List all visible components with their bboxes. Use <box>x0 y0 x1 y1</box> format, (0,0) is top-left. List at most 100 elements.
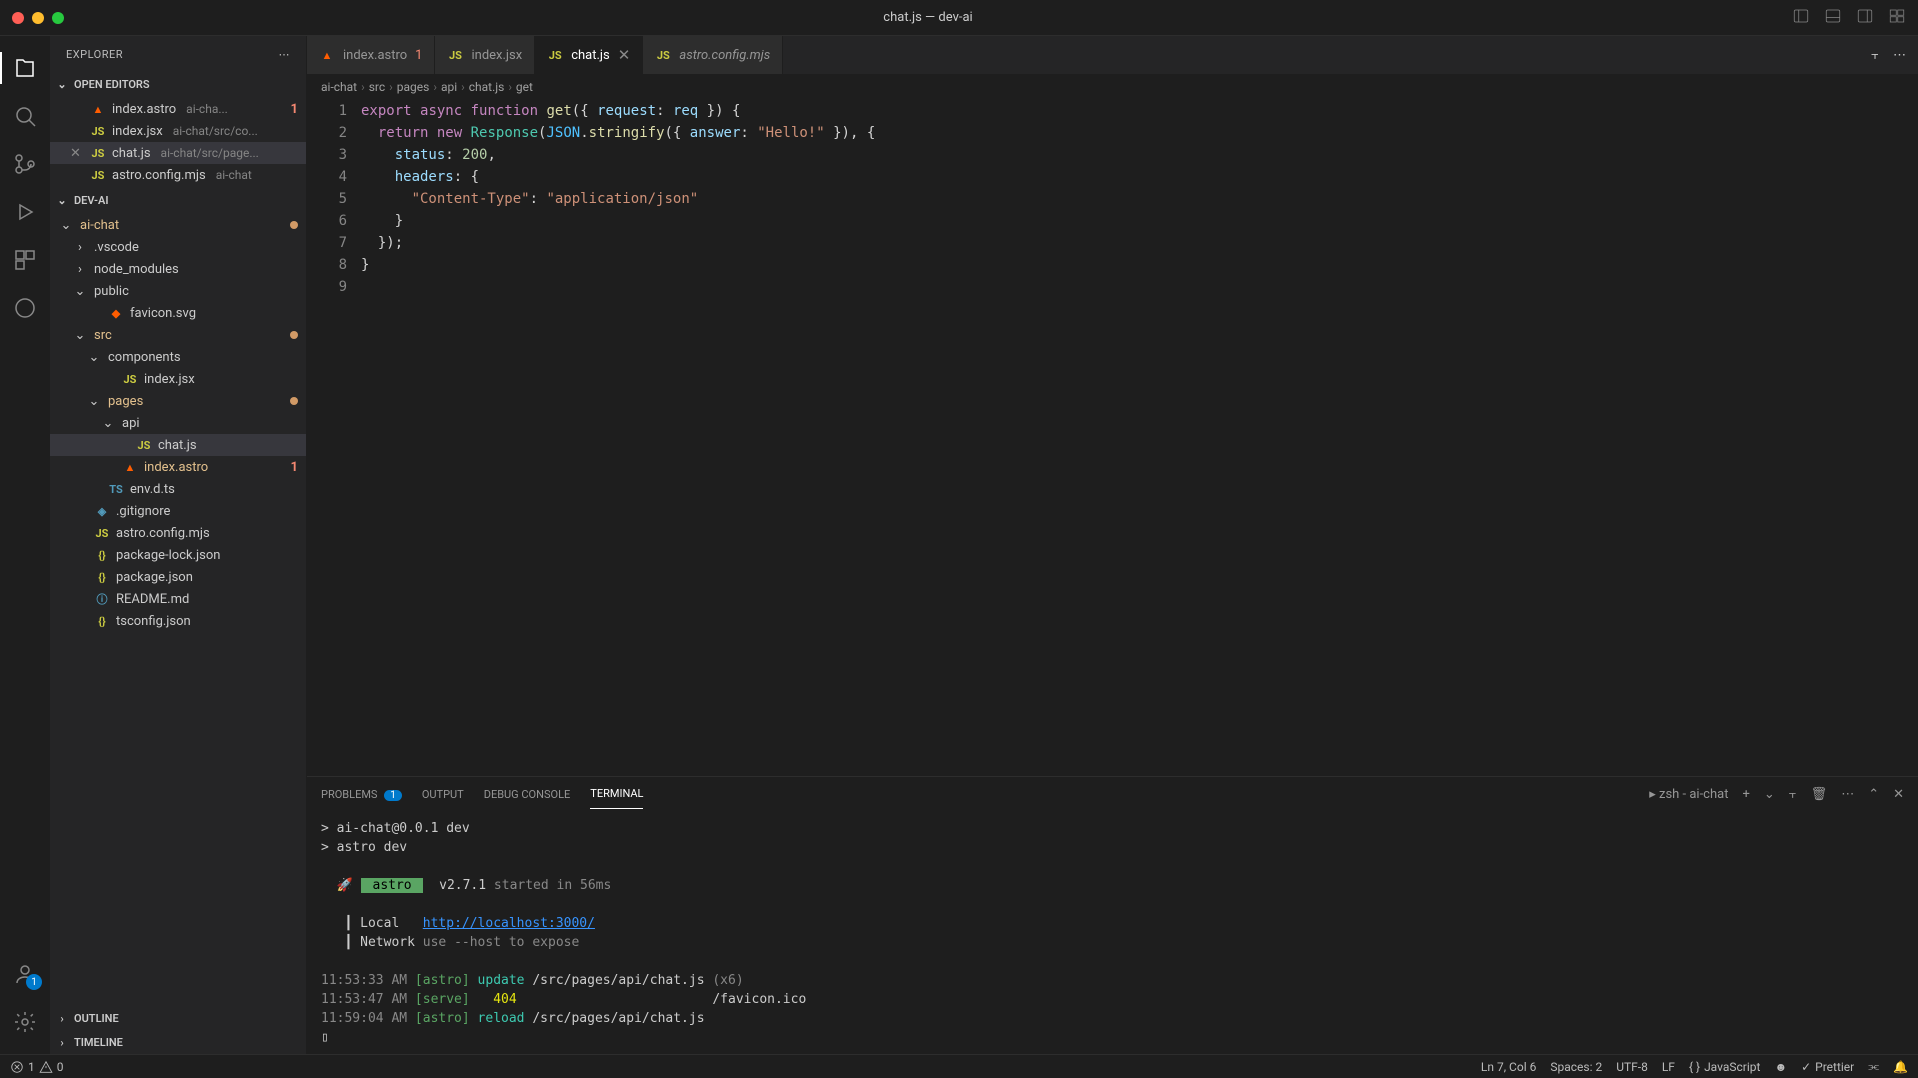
file-item[interactable]: TSenv.d.ts <box>50 478 306 500</box>
folder-item[interactable]: ›node_modules <box>50 258 306 280</box>
panel-tab-output[interactable]: OUTPUT <box>422 780 464 809</box>
editor-tab[interactable]: JSchat.js✕ <box>535 36 643 74</box>
customize-layout-icon[interactable] <box>1888 7 1906 29</box>
file-item[interactable]: {}package.json <box>50 566 306 588</box>
status-indent[interactable]: Spaces: 2 <box>1550 1060 1602 1074</box>
status-bar: 1 0 Ln 7, Col 6 Spaces: 2 UTF-8 LF { } J… <box>0 1054 1918 1078</box>
bottom-panel: PROBLEMS 1 OUTPUT DEBUG CONSOLE TERMINAL… <box>307 776 1918 1054</box>
astro-file-icon: ▲ <box>319 47 335 63</box>
status-bell-icon[interactable]: 🔔 <box>1893 1060 1908 1074</box>
outline-header[interactable]: › OUTLINE <box>50 1006 306 1030</box>
activity-search[interactable] <box>0 92 50 140</box>
folder-item[interactable]: ⌄public <box>50 280 306 302</box>
panel-tab-terminal[interactable]: TERMINAL <box>590 779 643 809</box>
kill-terminal-icon[interactable]: 🗑 <box>1811 787 1828 802</box>
close-panel-icon[interactable]: ✕ <box>1893 787 1904 802</box>
toggle-panel-icon[interactable] <box>1824 7 1842 29</box>
file-item[interactable]: {}tsconfig.json <box>50 610 306 632</box>
folder-item[interactable]: ⌄src <box>50 324 306 346</box>
code-content[interactable]: export async function get({ request: req… <box>361 100 1918 776</box>
more-tab-actions-icon[interactable]: ⋯ <box>1893 48 1906 63</box>
tab-label: index.jsx <box>471 48 522 63</box>
maximize-panel-icon[interactable]: ⌃ <box>1868 787 1879 802</box>
minimize-window-button[interactable] <box>32 12 44 24</box>
status-errors[interactable]: 1 0 <box>10 1060 64 1074</box>
json-file-icon: {} <box>94 547 110 563</box>
editor-tab[interactable]: ▲index.astro1 <box>307 36 435 74</box>
breadcrumb-separator: › <box>361 80 365 94</box>
breadcrumb-item[interactable]: chat.js <box>469 80 505 94</box>
editor-tab[interactable]: JSastro.config.mjs <box>643 36 783 74</box>
status-position[interactable]: Ln 7, Col 6 <box>1481 1060 1536 1074</box>
close-editor-icon[interactable]: ✕ <box>70 146 84 161</box>
folder-item[interactable]: ⌄api <box>50 412 306 434</box>
terminal-selector[interactable]: ▸ zsh - ai-chat <box>1649 787 1728 802</box>
activity-settings[interactable] <box>0 998 50 1046</box>
terminal-selector-label: zsh - ai-chat <box>1659 787 1728 802</box>
file-item[interactable]: JSastro.config.mjs <box>50 522 306 544</box>
activity-explorer[interactable] <box>0 44 50 92</box>
file-label: components <box>108 350 181 365</box>
status-prettier[interactable]: ✓ Prettier <box>1801 1060 1854 1074</box>
breadcrumb-item[interactable]: pages <box>397 80 430 94</box>
traffic-lights <box>12 12 64 24</box>
activity-run-debug[interactable] <box>0 188 50 236</box>
activity-remote[interactable] <box>0 284 50 332</box>
panel-tab-debug[interactable]: DEBUG CONSOLE <box>484 780 571 809</box>
open-editor-item[interactable]: JSindex.jsxai-chat/src/co... <box>50 120 306 142</box>
open-editor-item[interactable]: ✕JSchat.jsai-chat/src/page... <box>50 142 306 164</box>
status-broadcast-icon[interactable]: ⫘ <box>1868 1059 1879 1074</box>
more-terminal-icon[interactable]: ⋯ <box>1841 787 1854 802</box>
file-item[interactable]: {}package-lock.json <box>50 544 306 566</box>
open-editor-item[interactable]: ▲index.astroai-cha...1 <box>50 98 306 120</box>
breadcrumb-separator: › <box>508 80 512 94</box>
toggle-secondary-sidebar-icon[interactable] <box>1856 7 1874 29</box>
split-terminal-icon[interactable]: ⫟ <box>1789 787 1797 802</box>
panel-tab-problems[interactable]: PROBLEMS 1 <box>321 780 402 809</box>
status-language[interactable]: { } JavaScript <box>1689 1060 1760 1074</box>
folder-item[interactable]: ⌄pages <box>50 390 306 412</box>
more-icon[interactable]: ⋯ <box>279 48 291 61</box>
folder-item[interactable]: ⌄components <box>50 346 306 368</box>
terminal-dropdown-icon[interactable]: ⌄ <box>1764 787 1775 802</box>
file-item[interactable]: ◈.gitignore <box>50 500 306 522</box>
status-eol[interactable]: LF <box>1662 1060 1675 1074</box>
maximize-window-button[interactable] <box>52 12 64 24</box>
breadcrumb-item[interactable]: get <box>516 80 533 94</box>
breadcrumb-item[interactable]: ai-chat <box>321 80 357 94</box>
breadcrumb-item[interactable]: src <box>369 80 385 94</box>
breadcrumb[interactable]: ai-chat › src › pages › api › chat.js › … <box>307 74 1918 100</box>
activity-extensions[interactable] <box>0 236 50 284</box>
workspace-header[interactable]: ⌄ DEV-AI <box>50 188 306 212</box>
chevron-down-icon: ⌄ <box>58 218 74 233</box>
new-terminal-icon[interactable]: + <box>1742 787 1749 802</box>
code-editor[interactable]: 123456789 export async function get({ re… <box>307 100 1918 776</box>
split-editor-icon[interactable]: ⫟ <box>1871 48 1879 63</box>
toggle-primary-sidebar-icon[interactable] <box>1792 7 1810 29</box>
status-encoding[interactable]: UTF-8 <box>1616 1060 1648 1074</box>
file-label: .vscode <box>94 240 139 255</box>
open-editors-header[interactable]: ⌄ OPEN EDITORS <box>50 72 306 96</box>
file-item[interactable]: ◆favicon.svg <box>50 302 306 324</box>
folder-item[interactable]: ⌄ai-chat <box>50 214 306 236</box>
file-item[interactable]: JSindex.jsx <box>50 368 306 390</box>
file-path: ai-chat/src/co... <box>173 124 258 138</box>
file-name: index.astro <box>112 102 176 117</box>
open-editor-item[interactable]: JSastro.config.mjsai-chat <box>50 164 306 186</box>
breadcrumb-item[interactable]: api <box>441 80 457 94</box>
ts-file-icon: TS <box>108 481 124 497</box>
file-item[interactable]: JSchat.js <box>50 434 306 456</box>
chevron-down-icon: ⌄ <box>100 416 116 431</box>
editor-tab[interactable]: JSindex.jsx <box>435 36 535 74</box>
terminal[interactable]: > ai-chat@0.0.1 dev > astro dev 🚀 astro … <box>307 811 1918 1054</box>
activity-source-control[interactable] <box>0 140 50 188</box>
status-feedback-icon[interactable]: ☻ <box>1774 1060 1787 1074</box>
close-tab-icon[interactable]: ✕ <box>618 46 631 64</box>
file-item[interactable]: ⓘREADME.md <box>50 588 306 610</box>
file-tree: ⌄ai-chat›.vscode›node_modules⌄public◆fav… <box>50 212 306 1006</box>
activity-accounts[interactable]: 1 <box>0 950 50 998</box>
close-window-button[interactable] <box>12 12 24 24</box>
file-item[interactable]: ▲index.astro1 <box>50 456 306 478</box>
folder-item[interactable]: ›.vscode <box>50 236 306 258</box>
timeline-header[interactable]: › TIMELINE <box>50 1030 306 1054</box>
